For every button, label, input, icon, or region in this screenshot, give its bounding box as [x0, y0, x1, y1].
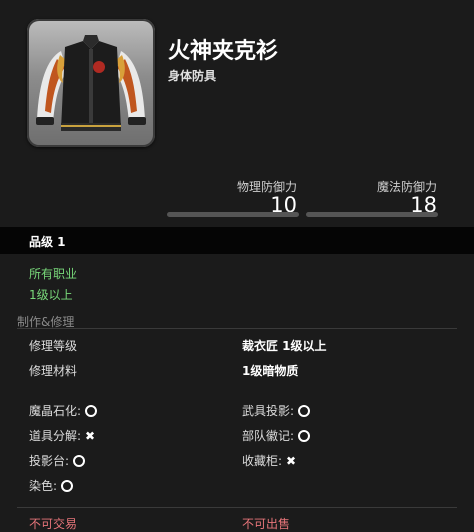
repair-level-value: 裁衣匠 1级以上	[242, 339, 327, 353]
item-grade: 品级 1	[29, 235, 66, 249]
property-company-crest: 部队徽记:	[242, 427, 311, 444]
property-label: 武具投影:	[242, 404, 295, 418]
grade-band	[0, 227, 474, 254]
circle-icon	[298, 430, 311, 442]
repair-material-label: 修理材料	[29, 364, 78, 378]
circle-icon	[73, 455, 86, 467]
circle-icon	[298, 405, 311, 417]
item-icon-frame	[27, 19, 155, 147]
property-label: 收藏柜:	[242, 454, 283, 468]
circle-icon	[85, 405, 98, 417]
jacket-icon	[36, 35, 146, 131]
item-category: 身体防具	[168, 69, 217, 83]
property-armoire: 收藏柜: ✖	[242, 452, 296, 469]
property-glamour-dresser: 投影台:	[29, 452, 86, 469]
untradable-text: 不可交易	[29, 517, 78, 531]
property-label: 染色:	[29, 479, 58, 493]
repair-material-value: 1级暗物质	[242, 364, 299, 378]
level-requirement: 1级以上	[29, 288, 73, 302]
property-dye: 染色:	[29, 477, 74, 494]
property-label: 投影台:	[29, 454, 70, 468]
property-label: 魔晶石化:	[29, 404, 82, 418]
property-desynthesis: 道具分解: ✖	[29, 427, 95, 444]
property-label: 道具分解:	[29, 429, 82, 443]
repair-level-label: 修理等级	[29, 339, 78, 353]
restriction-divider	[17, 507, 457, 508]
property-materia: 魔晶石化:	[29, 402, 98, 419]
cross-icon: ✖	[85, 429, 96, 443]
cross-icon: ✖	[286, 454, 297, 468]
unsellable-text: 不可出售	[242, 517, 291, 531]
property-label: 部队徽记:	[242, 429, 295, 443]
property-glamour: 武具投影:	[242, 402, 311, 419]
job-requirement: 所有职业	[29, 267, 78, 281]
circle-icon	[61, 480, 74, 492]
section-divider	[17, 328, 457, 329]
item-name: 火神夹克衫	[168, 39, 279, 64]
magic-defense-bar	[306, 212, 438, 217]
physical-defense-bar	[167, 212, 299, 217]
